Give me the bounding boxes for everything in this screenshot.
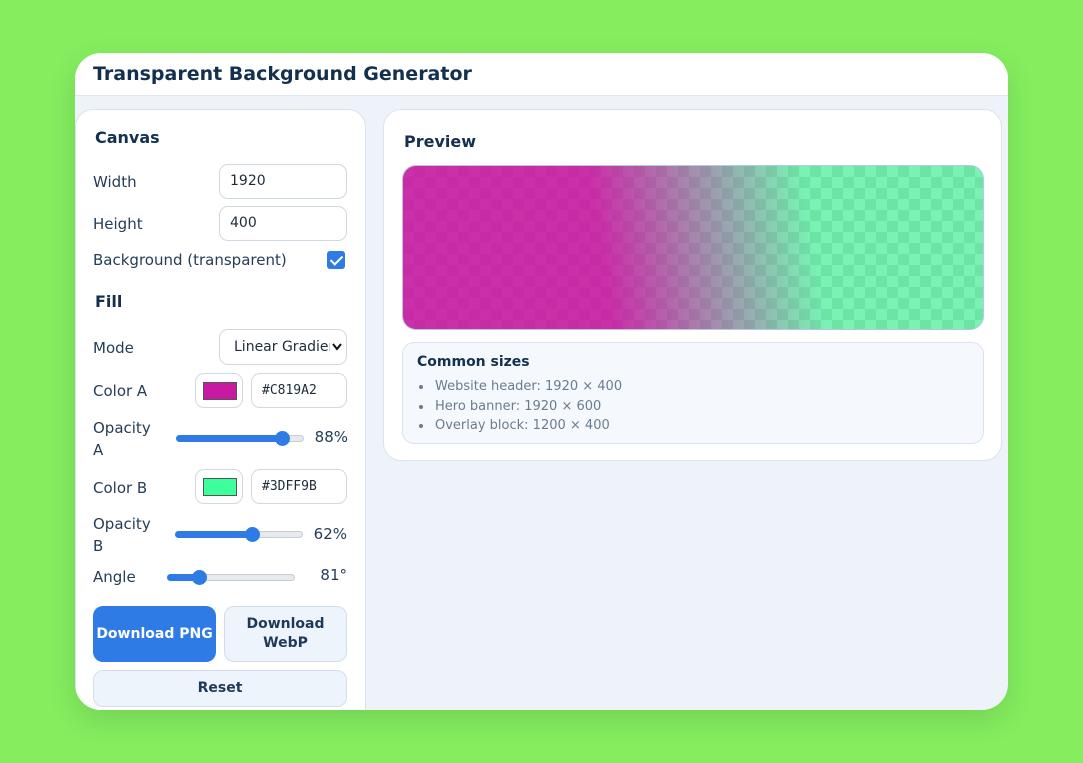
width-label: Width (93, 173, 137, 191)
color-b-label: Color B (93, 479, 148, 497)
angle-label: Angle (93, 568, 136, 586)
opacity-b-slider-thumb[interactable] (245, 527, 261, 542)
common-sizes-list: Website header: 1920 × 400 Hero banner: … (417, 377, 622, 436)
width-input[interactable]: 1920 (219, 164, 347, 199)
opacity-b-slider-fill (175, 531, 253, 538)
app-title: Transparent Background Generator (93, 63, 472, 85)
opacity-a-label-line2: A (93, 441, 104, 459)
mode-select[interactable]: Linear Gradient (219, 329, 347, 365)
mode-select-value: Linear Gradient (234, 339, 343, 355)
color-b-swatch (203, 478, 237, 496)
color-a-hex-input[interactable]: #C819A2 (251, 373, 347, 408)
color-a-label: Color A (93, 382, 148, 400)
opacity-a-value: 88% (314, 428, 348, 446)
opacity-a-slider-thumb[interactable] (275, 431, 291, 446)
angle-value: 81° (320, 566, 347, 584)
common-sizes-box: Common sizes Website header: 1920 × 400 … (402, 342, 984, 444)
download-webp-button[interactable]: Download WebP (224, 606, 347, 662)
canvas-section-title: Canvas (95, 128, 160, 147)
controls-panel: Canvas Width 1920 Height 400 Background … (75, 109, 366, 710)
background-transparent-checkbox[interactable] (327, 251, 345, 269)
opacity-a-slider-fill (176, 435, 283, 442)
list-item: Hero banner: 1920 × 600 (417, 397, 622, 417)
app-window: Transparent Background Generator Canvas … (75, 53, 1008, 710)
download-png-button[interactable]: Download PNG (93, 606, 216, 662)
list-item: Website header: 1920 × 400 (417, 377, 622, 397)
color-a-picker[interactable] (195, 373, 243, 408)
opacity-b-value: 62% (313, 525, 347, 543)
opacity-b-slider[interactable] (175, 526, 303, 542)
angle-slider[interactable] (167, 569, 295, 585)
background-transparent-label: Background (transparent) (93, 251, 287, 269)
height-label: Height (93, 215, 143, 233)
gradient-preview (402, 165, 984, 330)
color-b-hex-input[interactable]: #3DFF9B (251, 469, 347, 504)
height-input[interactable]: 400 (219, 206, 347, 241)
chevron-down-icon (330, 330, 344, 364)
opacity-b-label-line1: Opacity (93, 515, 151, 533)
opacity-a-slider[interactable] (176, 430, 304, 446)
reset-button[interactable]: Reset (93, 670, 347, 707)
common-sizes-title: Common sizes (417, 354, 530, 370)
opacity-a-label-line1: Opacity (93, 419, 151, 437)
mode-label: Mode (93, 339, 134, 357)
preview-title: Preview (404, 132, 477, 151)
opacity-b-label: Opacity B (93, 513, 151, 557)
gradient-overlay (403, 166, 983, 329)
list-item: Overlay block: 1200 × 400 (417, 416, 622, 436)
color-a-swatch (203, 382, 237, 400)
fill-section-title: Fill (95, 292, 123, 311)
color-b-picker[interactable] (195, 469, 243, 504)
opacity-a-label: Opacity A (93, 417, 151, 461)
angle-slider-thumb[interactable] (192, 570, 208, 585)
preview-card: Preview Common sizes Website header: 192… (383, 109, 1002, 461)
opacity-b-label-line2: B (93, 537, 104, 555)
title-bar: Transparent Background Generator (75, 53, 1008, 96)
